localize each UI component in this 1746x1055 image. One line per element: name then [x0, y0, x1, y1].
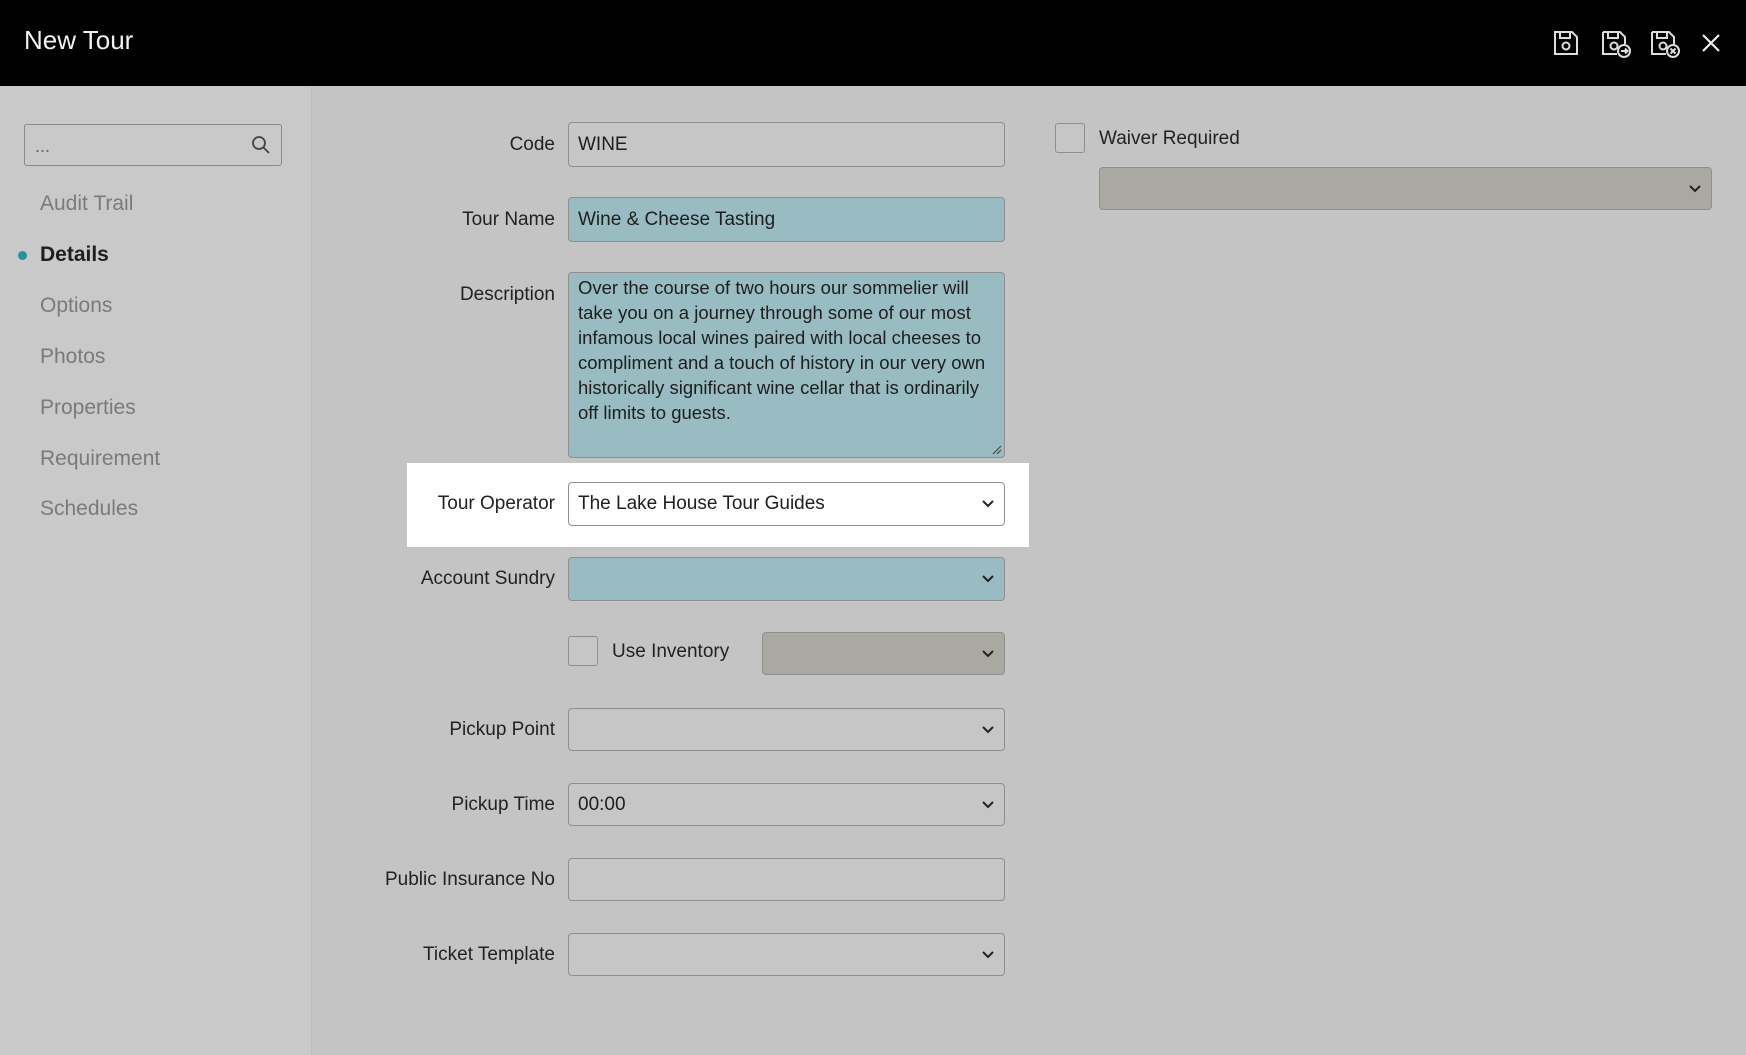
window-title: New Tour: [24, 25, 134, 55]
ticket-template-select[interactable]: [568, 933, 1005, 976]
chevron-down-icon: [982, 950, 994, 958]
pickup-time-label: Pickup Time: [451, 794, 555, 815]
search-box[interactable]: [24, 124, 282, 166]
sidebar-item-schedules[interactable]: Schedules: [40, 497, 138, 521]
code-label: Code: [509, 134, 555, 155]
search-icon[interactable]: [251, 135, 271, 155]
save-and-new-icon[interactable]: [1598, 26, 1632, 60]
sidebar-item-audit-trail[interactable]: Audit Trail: [40, 192, 133, 216]
description-label: Description: [459, 284, 555, 305]
title-bar: New Tour: [0, 0, 1746, 86]
resize-handle-icon[interactable]: [991, 444, 1002, 455]
active-indicator-dot: [18, 251, 27, 260]
waiver-select[interactable]: [1099, 167, 1712, 210]
pickup-time-select[interactable]: 00:00: [568, 783, 1005, 826]
save-and-close-icon[interactable]: [1647, 26, 1681, 60]
waiver-required-label: Waiver Required: [1099, 128, 1240, 149]
save-icon[interactable]: [1548, 26, 1582, 60]
chevron-down-icon: [982, 725, 994, 733]
public-insurance-no-field[interactable]: [568, 858, 1005, 901]
chevron-down-icon: [982, 575, 994, 583]
description-text: Over the course of two hours our sommeli…: [578, 277, 986, 423]
tour-operator-select[interactable]: The Lake House Tour Guides: [568, 482, 1005, 526]
sidebar-item-options[interactable]: Options: [40, 294, 112, 318]
sidebar-item-details[interactable]: Details: [40, 243, 109, 267]
code-field[interactable]: WINE: [568, 122, 1005, 167]
account-sundry-label: Account Sundry: [420, 568, 555, 589]
tour-operator-value: The Lake House Tour Guides: [578, 493, 825, 514]
chevron-down-icon: [1689, 184, 1701, 192]
waiver-required-checkbox[interactable]: [1055, 123, 1085, 153]
sidebar-item-requirement[interactable]: Requirement: [40, 447, 160, 471]
use-inventory-select[interactable]: [762, 632, 1005, 675]
sidebar: Audit Trail Details Options Photos Prope…: [0, 86, 312, 1055]
chevron-down-icon: [982, 500, 994, 508]
pickup-time-value: 00:00: [578, 793, 626, 815]
chevron-down-icon: [982, 649, 994, 657]
pickup-point-label: Pickup Point: [449, 719, 555, 740]
tour-name-label: Tour Name: [462, 209, 555, 230]
ticket-template-label: Ticket Template: [423, 944, 555, 965]
account-sundry-select[interactable]: [568, 557, 1005, 601]
search-input[interactable]: [33, 131, 247, 161]
tour-name-field[interactable]: Wine & Cheese Tasting: [568, 197, 1005, 242]
tour-operator-label: Tour Operator: [437, 493, 555, 514]
sidebar-item-properties[interactable]: Properties: [40, 396, 136, 420]
chevron-down-icon: [982, 800, 994, 808]
description-textarea[interactable]: Over the course of two hours our sommeli…: [568, 272, 1005, 458]
use-inventory-label: Use Inventory: [612, 641, 730, 662]
use-inventory-checkbox[interactable]: [568, 636, 598, 666]
public-insurance-no-label: Public Insurance No: [384, 869, 555, 890]
pickup-point-select[interactable]: [568, 708, 1005, 751]
sidebar-item-photos[interactable]: Photos: [40, 345, 105, 369]
close-icon[interactable]: [1694, 26, 1728, 60]
